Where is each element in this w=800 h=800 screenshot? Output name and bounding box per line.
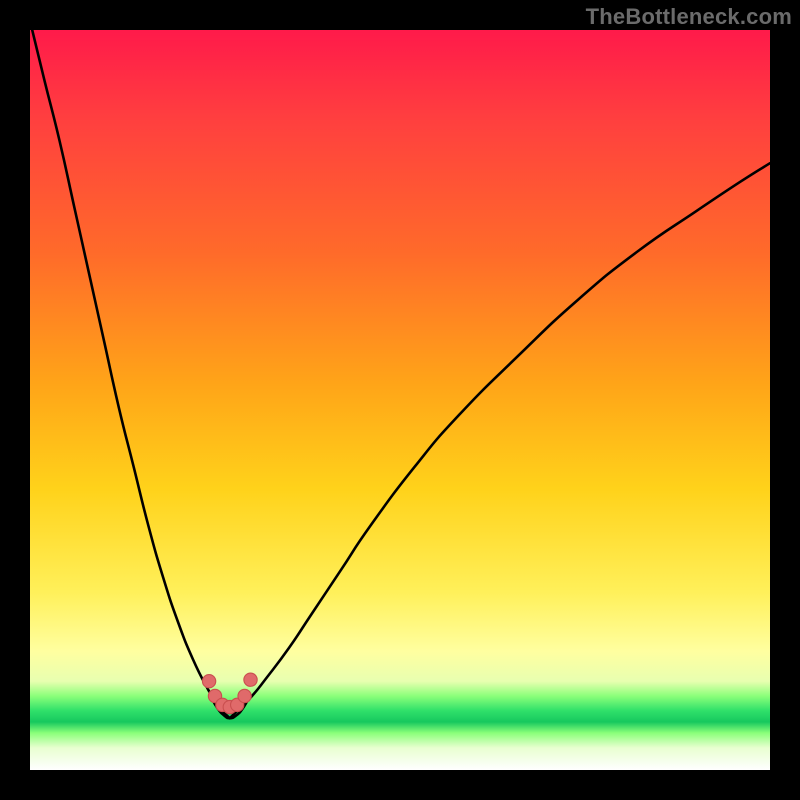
curve-left-branch (32, 30, 230, 718)
chart-curve-layer (30, 30, 770, 770)
trough-markers (202, 673, 257, 714)
curve-right-branch (230, 163, 770, 718)
trough-marker (238, 689, 251, 702)
trough-marker (244, 673, 257, 686)
chart-plot-area (30, 30, 770, 770)
trough-marker (202, 675, 215, 688)
watermark-text: TheBottleneck.com (586, 4, 792, 30)
chart-stage: TheBottleneck.com (0, 0, 800, 800)
